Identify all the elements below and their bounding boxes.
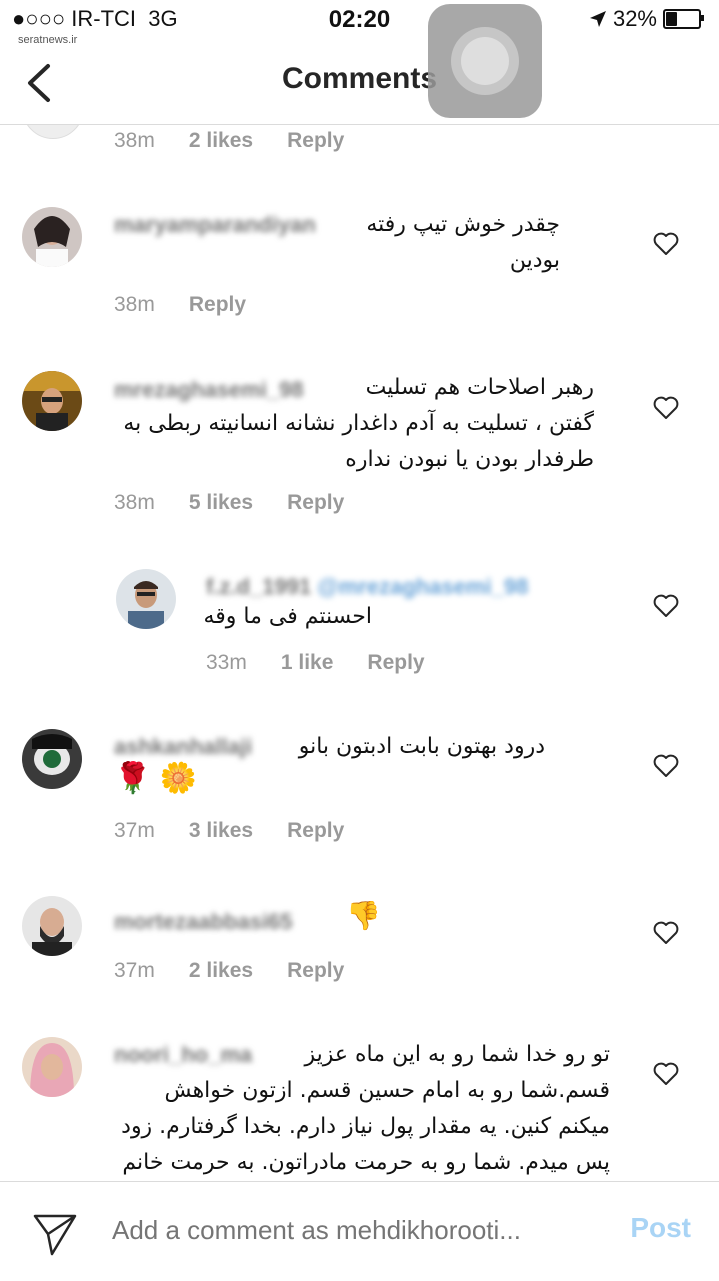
comment-time: 37m — [114, 959, 155, 982]
reply-button[interactable]: Reply — [287, 129, 344, 153]
location-arrow-icon — [589, 11, 606, 27]
avatar[interactable] — [22, 896, 82, 956]
status-right: 32% — [589, 6, 704, 32]
nav-bar: Comments — [0, 40, 719, 125]
comment-text: چقدر خوش تیپ رفته بودین — [366, 212, 560, 273]
emoji-rose-sunflower: 🌹 🌼 — [114, 762, 198, 795]
comment-username[interactable]: f.z.d_1991 @mrezaghasemi_98 — [206, 574, 528, 600]
heart-outline-icon[interactable] — [653, 232, 679, 256]
reply-button[interactable]: Reply — [367, 651, 424, 675]
page-title: Comments — [281, 62, 438, 95]
comment-meta: 38m 5 likes Reply — [114, 491, 344, 515]
comment-username[interactable]: mortezaabbasi65 — [114, 909, 293, 935]
avatar[interactable] — [22, 1037, 82, 1097]
comment-time: 33m — [206, 651, 247, 674]
heart-outline-icon[interactable] — [653, 1062, 679, 1086]
thumbs-down-icon: 👎 — [346, 900, 381, 931]
avatar[interactable] — [22, 125, 84, 139]
send-icon[interactable] — [32, 1212, 78, 1256]
comment-text: تو رو خدا شما رو به این ماه عزیز قسم.شما… — [121, 1042, 610, 1175]
comment-text: رهبر اصلاحات هم تسلیت گفتن ، تسلیت به آد… — [123, 375, 594, 472]
reply-button[interactable]: Reply — [287, 819, 344, 843]
heart-outline-icon[interactable] — [653, 594, 679, 618]
comment-meta: 33m 1 like Reply — [206, 651, 425, 675]
reply-button[interactable]: Reply — [189, 293, 246, 317]
comment-time: 38m — [114, 293, 155, 316]
heart-outline-icon[interactable] — [653, 754, 679, 778]
post-button[interactable]: Post — [630, 1212, 691, 1244]
reply-button[interactable]: Reply — [287, 491, 344, 515]
avatar[interactable] — [116, 569, 176, 629]
comment-meta: 37m 3 likes Reply — [114, 819, 344, 843]
status-bar: ●○○○ IR-TCI 3G 02:20 32% — [0, 0, 719, 40]
comment-meta: 38m 2 likes Reply — [114, 129, 344, 153]
likes-count[interactable]: 2 likes — [189, 959, 253, 983]
comment-meta: 37m 2 likes Reply — [114, 959, 344, 983]
heart-outline-icon[interactable] — [653, 396, 679, 420]
likes-count[interactable]: 1 like — [281, 651, 334, 675]
comment-text: درود بهتون بابت ادبتون بانو — [298, 734, 545, 759]
battery-icon — [663, 9, 704, 29]
likes-count[interactable]: 2 likes — [189, 129, 253, 153]
avatar[interactable] — [22, 371, 82, 431]
comment-input[interactable] — [110, 1214, 584, 1247]
comment-time: 38m — [114, 129, 155, 152]
comment-time: 37m — [114, 819, 155, 842]
likes-count[interactable]: 5 likes — [189, 491, 253, 515]
avatar[interactable] — [22, 729, 82, 789]
likes-count[interactable]: 3 likes — [189, 819, 253, 843]
reply-button[interactable]: Reply — [287, 959, 344, 983]
comment-composer: Post — [0, 1181, 719, 1281]
assistive-touch-button[interactable] — [428, 4, 542, 118]
comment-time: 38m — [114, 491, 155, 514]
battery-percent: 32% — [612, 6, 657, 31]
comment-meta: 38m Reply — [114, 293, 246, 317]
avatar[interactable] — [22, 207, 82, 267]
heart-outline-icon[interactable] — [653, 921, 679, 945]
comment-list[interactable]: 38m 2 likes Reply maryamparandiyan چقدر … — [0, 125, 719, 1180]
comment-text: احسنتم فی ما وقه — [203, 604, 372, 629]
